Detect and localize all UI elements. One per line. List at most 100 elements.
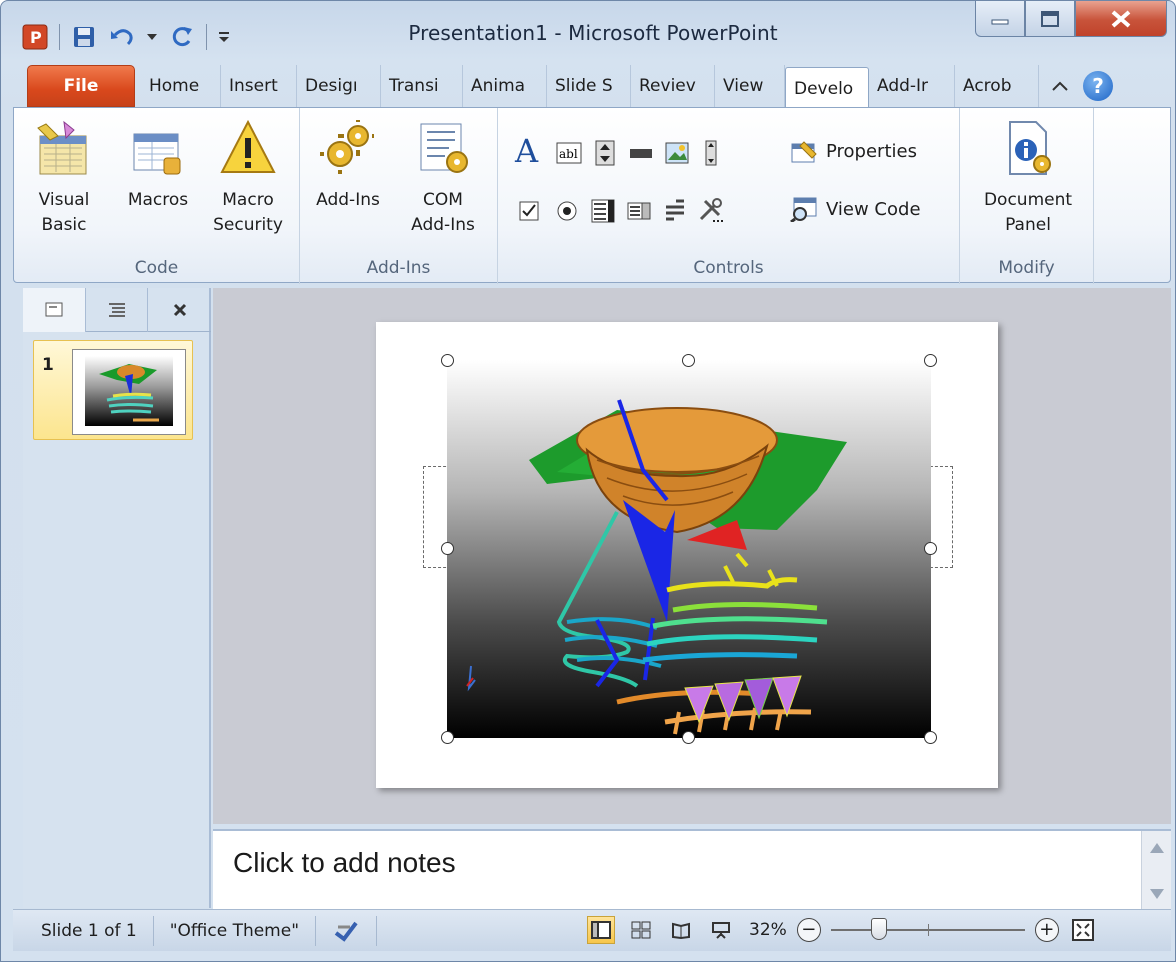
- spell-check-icon: [334, 921, 358, 942]
- combo-box-control-icon[interactable]: [624, 196, 654, 226]
- zoom-in-button[interactable]: +: [1034, 918, 1059, 942]
- properties-button[interactable]: Properties: [790, 138, 917, 164]
- toggle-button-control-icon[interactable]: [660, 196, 690, 226]
- minimize-button[interactable]: [975, 1, 1025, 37]
- normal-view-button[interactable]: [587, 916, 615, 944]
- slide-thumbnail-1[interactable]: 1: [33, 340, 193, 440]
- group-add-ins: Add-Ins COM Add-Ins Add-Ins: [300, 108, 498, 284]
- inserted-3d-picture[interactable]: [447, 360, 931, 738]
- group-modify: Document Panel Modify: [960, 108, 1094, 284]
- minimize-icon: [991, 19, 1009, 24]
- tab-transitions[interactable]: Transi: [381, 65, 463, 107]
- image-control-icon[interactable]: [662, 138, 692, 168]
- slide-thumbnail-number: 1: [42, 355, 54, 375]
- tab-home[interactable]: Home: [141, 65, 221, 107]
- slides-tab[interactable]: [23, 288, 86, 332]
- maximize-button[interactable]: [1025, 1, 1075, 37]
- document-panel-button[interactable]: Document Panel: [974, 116, 1082, 238]
- add-ins-button[interactable]: Add-Ins: [308, 116, 388, 213]
- view-code-icon: [790, 197, 817, 222]
- reading-view-icon: [672, 922, 690, 939]
- gears-icon: [316, 116, 380, 180]
- document-panel-label-2: Panel: [1005, 215, 1051, 235]
- group-controls-label: Controls: [693, 258, 764, 278]
- zoom-slider[interactable]: [830, 918, 1025, 942]
- tab-acrobat[interactable]: Acrob: [955, 65, 1039, 107]
- resize-handle-bottom-left[interactable]: [441, 731, 454, 744]
- tab-file[interactable]: File: [27, 65, 135, 107]
- slide-sorter-icon: [631, 921, 651, 939]
- tab-developer[interactable]: Develo: [785, 67, 869, 109]
- com-add-ins-button[interactable]: COM Add-Ins: [400, 116, 486, 238]
- resize-handle-right[interactable]: [924, 542, 937, 555]
- fit-to-window-icon: [1071, 919, 1094, 941]
- visual-basic-label-2: Basic: [41, 215, 87, 235]
- reading-view-button[interactable]: [667, 916, 695, 944]
- macros-button[interactable]: Macros: [118, 116, 198, 213]
- slide-indicator: Slide 1 of 1: [13, 915, 154, 946]
- com-add-ins-icon: [411, 116, 475, 180]
- warning-icon: [216, 116, 280, 180]
- more-controls-icon[interactable]: [696, 196, 726, 226]
- view-buttons: [587, 916, 735, 944]
- slide-show-icon: [712, 922, 730, 939]
- view-code-button[interactable]: View Code: [790, 196, 921, 222]
- notes-pane[interactable]: Click to add notes: [213, 829, 1171, 911]
- document-panel-icon: [996, 116, 1060, 180]
- tab-insert[interactable]: Insert: [221, 65, 297, 107]
- close-button[interactable]: [1075, 1, 1167, 37]
- close-icon: [173, 303, 186, 317]
- notes-placeholder[interactable]: Click to add notes: [233, 847, 456, 879]
- zoom-out-button[interactable]: −: [796, 918, 821, 942]
- theme-name[interactable]: "Office Theme": [154, 915, 317, 946]
- visual-basic-button[interactable]: Visual Basic: [26, 116, 102, 238]
- zoom-level[interactable]: 32%: [749, 920, 787, 940]
- slide-thumbnail-image: [72, 349, 186, 435]
- label-control-icon[interactable]: A: [512, 134, 548, 168]
- resize-handle-left[interactable]: [441, 542, 454, 555]
- resize-handle-top[interactable]: [682, 354, 695, 367]
- tab-design[interactable]: Desigı: [297, 65, 381, 107]
- pane-tabs: [23, 288, 211, 332]
- properties-label: Properties: [826, 140, 917, 162]
- help-icon[interactable]: ?: [1083, 71, 1113, 101]
- scroll-bar-control-icon[interactable]: [696, 138, 726, 168]
- slide-show-view-button[interactable]: [707, 916, 735, 944]
- spell-check-button[interactable]: [316, 915, 378, 946]
- spin-button-control-icon[interactable]: [590, 138, 620, 168]
- tab-review[interactable]: Reviev: [631, 65, 715, 107]
- slide-sorter-view-button[interactable]: [627, 916, 655, 944]
- notes-scrollbar[interactable]: [1141, 831, 1171, 911]
- list-box-control-icon[interactable]: [588, 196, 618, 226]
- resize-handle-bottom[interactable]: [682, 731, 695, 744]
- text-box-control-icon[interactable]: abl: [554, 138, 584, 168]
- command-button-control-icon[interactable]: [626, 138, 656, 168]
- svg-text:A: A: [514, 134, 539, 168]
- tab-add-ins[interactable]: Add-Ir: [869, 65, 955, 107]
- resize-handle-top-left[interactable]: [441, 354, 454, 367]
- window-controls: [975, 1, 1167, 37]
- outline-tab[interactable]: [86, 288, 149, 332]
- resize-handle-top-right[interactable]: [924, 354, 937, 367]
- fit-slide-button[interactable]: [1069, 916, 1097, 944]
- slides-pane: 1: [23, 288, 211, 908]
- resize-handle-bottom-right[interactable]: [924, 731, 937, 744]
- close-icon: [1111, 9, 1131, 28]
- macro-security-button[interactable]: Macro Security: [204, 116, 292, 238]
- minimize-ribbon-icon[interactable]: [1051, 79, 1069, 93]
- com-add-ins-label-2: Add-Ins: [411, 215, 475, 235]
- check-box-control-icon[interactable]: [514, 196, 544, 226]
- tab-animations[interactable]: Anima: [463, 65, 547, 107]
- slide-canvas[interactable]: [376, 322, 998, 788]
- zoom-slider-thumb[interactable]: [870, 918, 887, 940]
- powerpoint-window: P Presentation1 - Microsoft PowerPoint F…: [0, 0, 1176, 962]
- tab-view[interactable]: View: [715, 65, 785, 107]
- group-controls: A abl Properties View Code Controls: [498, 108, 960, 284]
- option-button-control-icon[interactable]: [552, 196, 582, 226]
- group-modify-label: Modify: [998, 258, 1055, 278]
- add-ins-label: Add-Ins: [316, 190, 380, 210]
- close-pane-button[interactable]: [148, 288, 211, 332]
- view-code-label: View Code: [826, 198, 921, 220]
- tab-slide-show[interactable]: Slide S: [547, 65, 631, 107]
- maximize-icon: [1041, 10, 1059, 27]
